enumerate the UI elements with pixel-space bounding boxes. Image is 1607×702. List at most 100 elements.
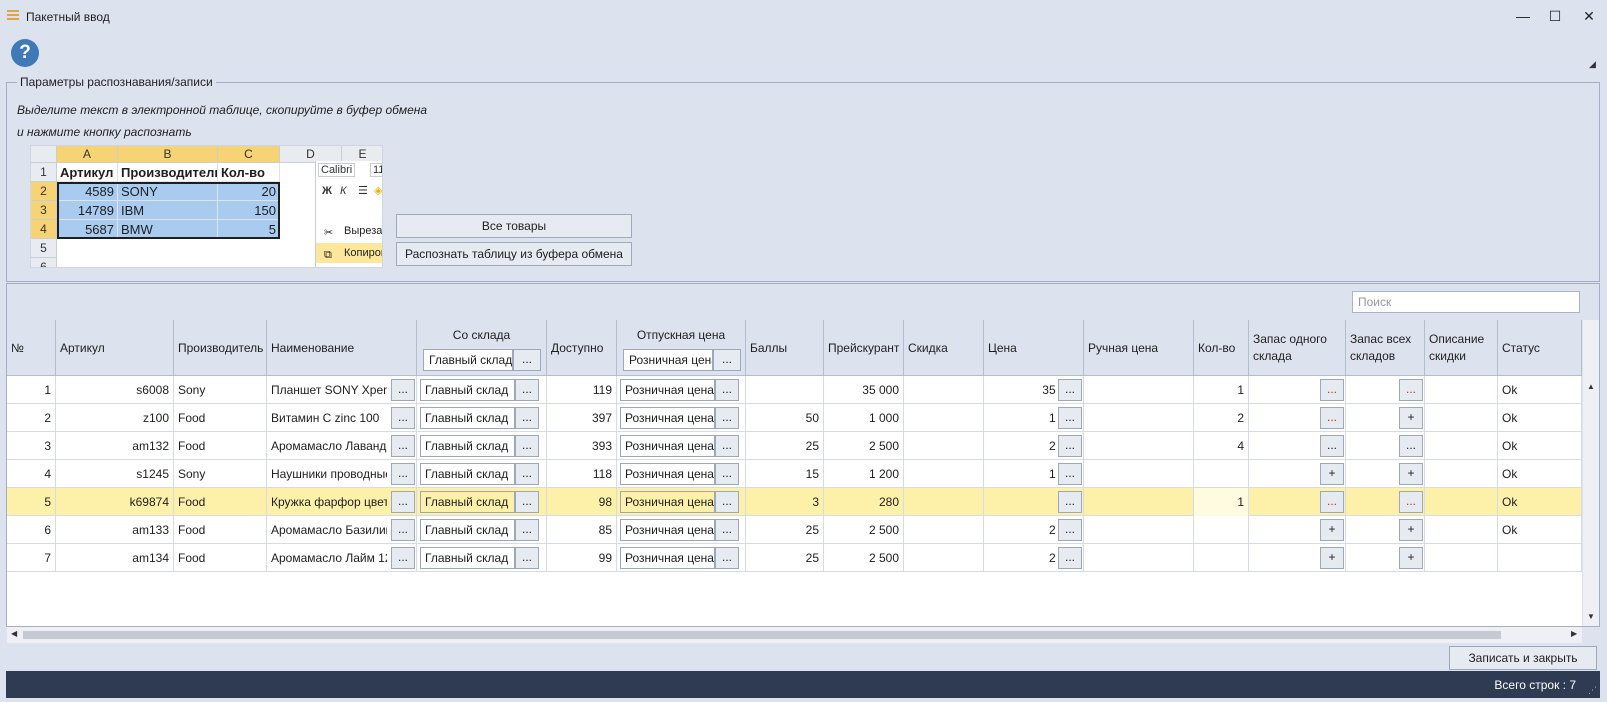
cell-name[interactable]: Аромамасло Базилик 12 мл... xyxy=(267,516,417,544)
cell-price-type-select[interactable]: Розничная цена xyxy=(620,379,715,401)
cell-qty[interactable] xyxy=(1194,516,1249,544)
cell-stock-all-button[interactable]: ... xyxy=(1399,491,1423,513)
cell-warehouse-select[interactable]: Главный склад xyxy=(420,519,515,541)
cell-warehouse-button[interactable]: ... xyxy=(515,463,539,485)
cell-stock-one-add-button[interactable]: + xyxy=(1320,463,1344,485)
cell-warehouse[interactable]: Главный склад... xyxy=(417,488,547,516)
cell-points[interactable]: 15 xyxy=(746,460,824,488)
cell-maker[interactable]: Food xyxy=(174,404,267,432)
cell-warehouse-button[interactable]: ... xyxy=(515,379,539,401)
cell-price-type-select[interactable]: Розничная цена xyxy=(620,519,715,541)
cell-maker[interactable]: Sony xyxy=(174,460,267,488)
cell-price[interactable]: 2 500... xyxy=(984,516,1084,544)
cell-maker[interactable]: Food xyxy=(174,488,267,516)
cell-qty[interactable] xyxy=(1194,544,1249,572)
cell-warehouse-button[interactable]: ... xyxy=(515,519,539,541)
cell-price-type-button[interactable]: ... xyxy=(715,491,739,513)
table-row[interactable]: 2 z100 Food Витамин C zinc 100... Главный ск… xyxy=(7,404,1582,432)
cell-price-type[interactable]: Розничная цена... xyxy=(617,460,746,488)
cell-price-type[interactable]: Розничная цена... xyxy=(617,432,746,460)
cell-price-type-button[interactable]: ... xyxy=(715,435,739,457)
cell-status[interactable]: Ok xyxy=(1498,488,1582,516)
cell-warehouse-select[interactable]: Главный склад xyxy=(420,547,515,569)
cell-price-type-select[interactable]: Розничная цена xyxy=(620,435,715,457)
table-row[interactable]: 7am134FoodАромамасло Лайм 12 мл...Главны… xyxy=(7,544,1582,572)
cell-num[interactable]: 1 xyxy=(7,376,56,404)
cell-article[interactable]: am133 xyxy=(56,516,174,544)
cell-name-button[interactable]: ... xyxy=(391,519,415,541)
collapse-icon[interactable]: ◢ xyxy=(1589,59,1596,70)
cell-discount[interactable] xyxy=(904,488,984,516)
cell-stock-one-add-button[interactable]: + xyxy=(1320,519,1344,541)
cell-stock-one[interactable]: + xyxy=(1249,516,1346,544)
cell-price-type-select[interactable]: Розничная цена xyxy=(620,491,715,513)
cell-stock-all[interactable]: 800... xyxy=(1346,488,1425,516)
all-goods-button[interactable]: Все товары xyxy=(396,214,632,238)
scroll-right-icon[interactable]: ▶ xyxy=(1571,629,1577,638)
cell-stock-all[interactable]: 200... xyxy=(1346,376,1425,404)
cell-stock-one[interactable]: 400... xyxy=(1249,404,1346,432)
cell-name-button[interactable]: ... xyxy=(391,547,415,569)
col-header-discount[interactable]: Скидка xyxy=(904,320,984,376)
cell-warehouse[interactable]: Главный склад... xyxy=(417,516,547,544)
cell-points[interactable]: 25 xyxy=(746,544,824,572)
cell-warehouse[interactable]: Главный склад... xyxy=(417,544,547,572)
cell-status[interactable] xyxy=(1498,544,1582,572)
cell-manual-price[interactable] xyxy=(1084,376,1194,404)
cell-warehouse-button[interactable]: ... xyxy=(515,547,539,569)
table-row[interactable]: 5k69874FoodКружка фарфор цветная...Главн… xyxy=(7,488,1582,516)
cell-price-type-button[interactable]: ... xyxy=(715,519,739,541)
cell-pricelist[interactable]: 1 200 xyxy=(824,460,904,488)
cell-warehouse[interactable]: Главный склад... xyxy=(417,376,547,404)
cell-stock-all-add-button[interactable]: + xyxy=(1399,519,1423,541)
cell-name[interactable]: Кружка фарфор цветная... xyxy=(267,488,417,516)
cell-price-type-button[interactable]: ... xyxy=(715,547,739,569)
col-header-available[interactable]: Доступно xyxy=(547,320,617,376)
cell-pricelist[interactable]: 2 500 xyxy=(824,544,904,572)
cell-status[interactable]: Ok xyxy=(1498,376,1582,404)
cell-stock-all[interactable]: + xyxy=(1346,516,1425,544)
cell-available[interactable]: 397 xyxy=(547,404,617,432)
cell-stock-one[interactable]: 250... xyxy=(1249,488,1346,516)
cell-warehouse-select[interactable]: Главный склад xyxy=(420,435,515,457)
cell-discount[interactable] xyxy=(904,404,984,432)
table-row[interactable]: 3am132FoodАромамасло Лаванда 12 мл...Гла… xyxy=(7,432,1582,460)
cell-num[interactable]: 5 xyxy=(7,488,56,516)
cell-name[interactable]: Аромамасло Лайм 12 мл... xyxy=(267,544,417,572)
scroll-down-icon[interactable]: ▼ xyxy=(1587,612,1595,621)
cell-status[interactable]: Ok xyxy=(1498,460,1582,488)
col-header-qty[interactable]: Кол-во xyxy=(1194,320,1249,376)
cell-name-button[interactable]: ... xyxy=(391,435,415,457)
cell-maker[interactable]: Food xyxy=(174,432,267,460)
search-input[interactable]: Поиск xyxy=(1352,291,1580,313)
cell-stock-one-button[interactable]: ... xyxy=(1320,435,1344,457)
cell-stock-all-add-button[interactable]: + xyxy=(1399,407,1423,429)
cell-price-type[interactable]: Розничная цена... xyxy=(617,488,746,516)
help-icon[interactable]: ? xyxy=(11,39,39,67)
cell-warehouse-button[interactable]: ... xyxy=(515,491,539,513)
cell-manual-price[interactable] xyxy=(1084,544,1194,572)
col-header-manual-price[interactable]: Ручная цена xyxy=(1084,320,1194,376)
cell-name-button[interactable]: ... xyxy=(391,407,415,429)
col-header-discount-desc[interactable]: Описание скидки xyxy=(1425,320,1498,376)
cell-available[interactable]: 119 xyxy=(547,376,617,404)
cell-qty[interactable]: 1 xyxy=(1194,488,1249,516)
cell-discount[interactable] xyxy=(904,516,984,544)
col-header-name[interactable]: Наименование xyxy=(267,320,417,376)
cell-price[interactable]: 1 000... xyxy=(984,404,1084,432)
cell-stock-all-button[interactable]: ... xyxy=(1399,435,1423,457)
cell-name[interactable]: Витамин C zinc 100... xyxy=(267,404,417,432)
cell-num[interactable]: 7 xyxy=(7,544,56,572)
cell-warehouse[interactable]: Главный склад... xyxy=(417,432,547,460)
cell-maker[interactable]: Food xyxy=(174,544,267,572)
cell-discount-desc[interactable] xyxy=(1425,516,1498,544)
cell-discount-desc[interactable] xyxy=(1425,404,1498,432)
cell-warehouse-select[interactable]: Главный склад xyxy=(420,379,515,401)
cell-stock-all[interactable]: + xyxy=(1346,460,1425,488)
cell-qty[interactable] xyxy=(1194,460,1249,488)
cell-num[interactable]: 4 xyxy=(7,460,56,488)
cell-status[interactable]: Ok xyxy=(1498,432,1582,460)
col-header-warehouse[interactable]: Со склада Главный склад ... xyxy=(417,320,547,376)
col-header-article[interactable]: Артикул xyxy=(56,320,174,376)
price-type-default-button[interactable]: ... xyxy=(713,349,741,371)
